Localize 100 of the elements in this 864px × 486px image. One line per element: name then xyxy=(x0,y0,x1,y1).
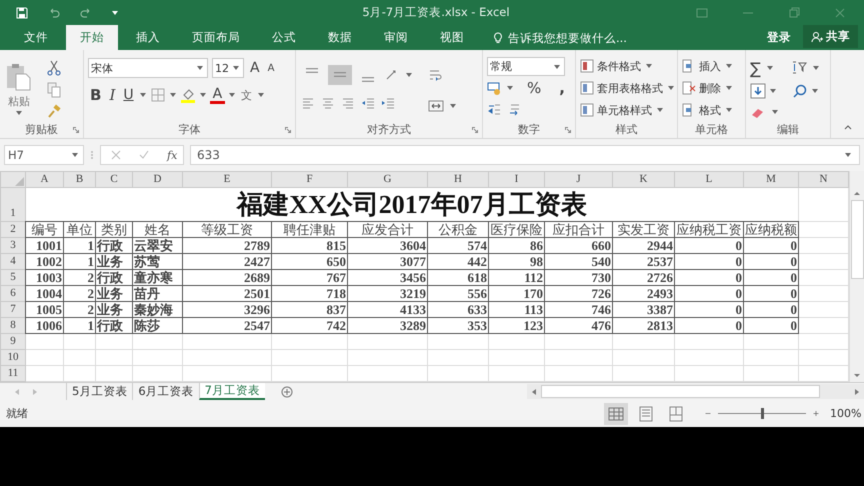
row-header[interactable]: 2 xyxy=(0,222,26,238)
row-header[interactable]: 6 xyxy=(0,286,26,302)
increase-font-size-button[interactable]: A xyxy=(248,60,262,76)
currency-icon[interactable] xyxy=(487,80,503,96)
close-icon[interactable] xyxy=(834,6,846,18)
scroll-left-icon[interactable] xyxy=(14,388,20,396)
drag-handle-icon[interactable] xyxy=(90,149,94,161)
bold-button[interactable]: B xyxy=(88,86,104,104)
caret-icon[interactable] xyxy=(140,93,146,97)
column-header[interactable]: G xyxy=(348,172,428,188)
name-box[interactable]: H7 xyxy=(4,145,84,165)
sign-in-link[interactable]: 登录 xyxy=(767,30,791,45)
caret-icon[interactable] xyxy=(229,93,236,97)
enter-icon[interactable] xyxy=(139,150,149,160)
underline-button[interactable]: U xyxy=(121,87,136,103)
styles-menu-button[interactable]: 套用表格格式 xyxy=(580,79,673,97)
column-header[interactable]: D xyxy=(132,172,182,188)
cells-menu-button[interactable]: 插入 xyxy=(682,57,741,75)
row-header[interactable]: 8 xyxy=(0,318,26,334)
sort-filter-icon[interactable] xyxy=(790,60,807,76)
column-header[interactable]: N xyxy=(798,172,848,188)
ribbon-tab[interactable]: 数据 xyxy=(314,25,366,50)
formula-field[interactable]: 633 xyxy=(190,145,860,165)
cells-menu-button[interactable]: 格式 xyxy=(682,101,741,119)
phonetic-guide-button[interactable]: 文 xyxy=(239,88,254,102)
italic-button[interactable]: I xyxy=(107,86,118,104)
redo-icon[interactable] xyxy=(80,6,92,18)
row-header[interactable]: 9 xyxy=(0,334,26,350)
column-header[interactable]: C xyxy=(96,172,132,188)
fill-down-icon[interactable] xyxy=(750,83,766,99)
row-header[interactable]: 1 xyxy=(0,188,26,222)
format-painter-icon[interactable] xyxy=(46,104,62,120)
row-header[interactable]: 5 xyxy=(0,270,26,286)
caret-icon[interactable] xyxy=(507,86,513,90)
fill-color-icon[interactable] xyxy=(180,87,196,103)
insert-function-button[interactable]: fx xyxy=(167,148,178,162)
row-header[interactable]: 7 xyxy=(0,302,26,318)
font-color-button[interactable]: A xyxy=(210,86,226,104)
scroll-right-icon[interactable] xyxy=(854,388,860,396)
caret-icon[interactable] xyxy=(812,66,819,70)
comma-style-button[interactable]: , xyxy=(557,79,567,97)
ribbon-display-icon[interactable] xyxy=(696,6,708,18)
restore-icon[interactable] xyxy=(788,6,800,18)
ribbon-tab[interactable]: 文件 xyxy=(10,25,62,50)
ribbon-tab[interactable]: 公式 xyxy=(258,25,310,50)
number-format-field[interactable]: 常规 xyxy=(487,57,565,76)
autosum-button[interactable]: ∑ xyxy=(750,58,761,78)
column-header[interactable]: F xyxy=(272,172,348,188)
search-icon[interactable] xyxy=(792,83,808,99)
column-header[interactable]: A xyxy=(26,172,64,188)
vertical-scrollbar[interactable] xyxy=(849,171,864,382)
cells-menu-button[interactable]: 删除 xyxy=(682,79,741,97)
scroll-down-icon[interactable] xyxy=(853,373,861,378)
merge-center-icon[interactable] xyxy=(428,98,444,114)
collapse-ribbon-icon[interactable] xyxy=(844,125,852,130)
ribbon-tab[interactable]: 视图 xyxy=(426,25,478,50)
customize-icon[interactable] xyxy=(112,10,118,16)
cancel-icon[interactable] xyxy=(111,150,121,160)
caret-icon[interactable] xyxy=(812,89,818,93)
scissors-icon[interactable] xyxy=(46,60,62,76)
column-header[interactable]: B xyxy=(64,172,96,188)
font-size-field[interactable]: 12 xyxy=(212,58,244,78)
ribbon-tab[interactable]: 页面布局 xyxy=(178,25,254,50)
save-icon[interactable] xyxy=(16,6,28,18)
dialog-launcher-icon[interactable] xyxy=(565,127,571,133)
column-header[interactable]: H xyxy=(428,172,488,188)
row-header[interactable]: 3 xyxy=(0,238,26,254)
wrap-text-icon[interactable] xyxy=(428,68,444,84)
zoom-thumb[interactable] xyxy=(761,408,764,419)
column-header[interactable]: K xyxy=(612,172,674,188)
undo-icon[interactable] xyxy=(48,6,60,18)
caret-icon[interactable] xyxy=(170,93,176,97)
column-header[interactable]: J xyxy=(544,172,612,188)
styles-menu-button[interactable]: 条件格式 xyxy=(580,57,673,75)
row-header[interactable]: 4 xyxy=(0,254,26,270)
decrease-font-size-button[interactable]: A xyxy=(266,62,276,74)
ribbon-tab[interactable]: 审阅 xyxy=(370,25,422,50)
column-header[interactable]: E xyxy=(182,172,272,188)
ribbon-tab[interactable]: 开始 xyxy=(66,25,118,50)
copy-icon[interactable] xyxy=(46,82,62,98)
caret-icon[interactable] xyxy=(450,104,456,108)
row-header[interactable]: 10 xyxy=(0,350,26,366)
caret-icon[interactable] xyxy=(766,66,773,70)
paste-button[interactable]: 粘贴 xyxy=(8,94,30,109)
dialog-launcher-icon[interactable] xyxy=(73,127,79,133)
styles-menu-button[interactable]: 单元格样式 xyxy=(580,101,673,119)
add-sheet-icon[interactable] xyxy=(280,386,293,398)
caret-icon[interactable] xyxy=(258,93,264,97)
column-header[interactable]: I xyxy=(488,172,544,188)
percent-button[interactable]: % xyxy=(525,79,544,97)
dialog-launcher-icon[interactable] xyxy=(472,127,478,133)
caret-icon[interactable] xyxy=(406,72,412,76)
share-button[interactable]: 共享 xyxy=(803,25,858,48)
vertical-align-button[interactable] xyxy=(328,64,352,84)
sheet-tab[interactable]: 7月工资表 xyxy=(198,383,265,400)
caret-icon[interactable] xyxy=(200,93,206,97)
scroll-left-icon[interactable] xyxy=(531,388,537,396)
dialog-launcher-icon[interactable] xyxy=(285,127,291,133)
font-name-field[interactable]: 宋体 xyxy=(88,58,208,78)
row-header[interactable]: 11 xyxy=(0,366,26,382)
